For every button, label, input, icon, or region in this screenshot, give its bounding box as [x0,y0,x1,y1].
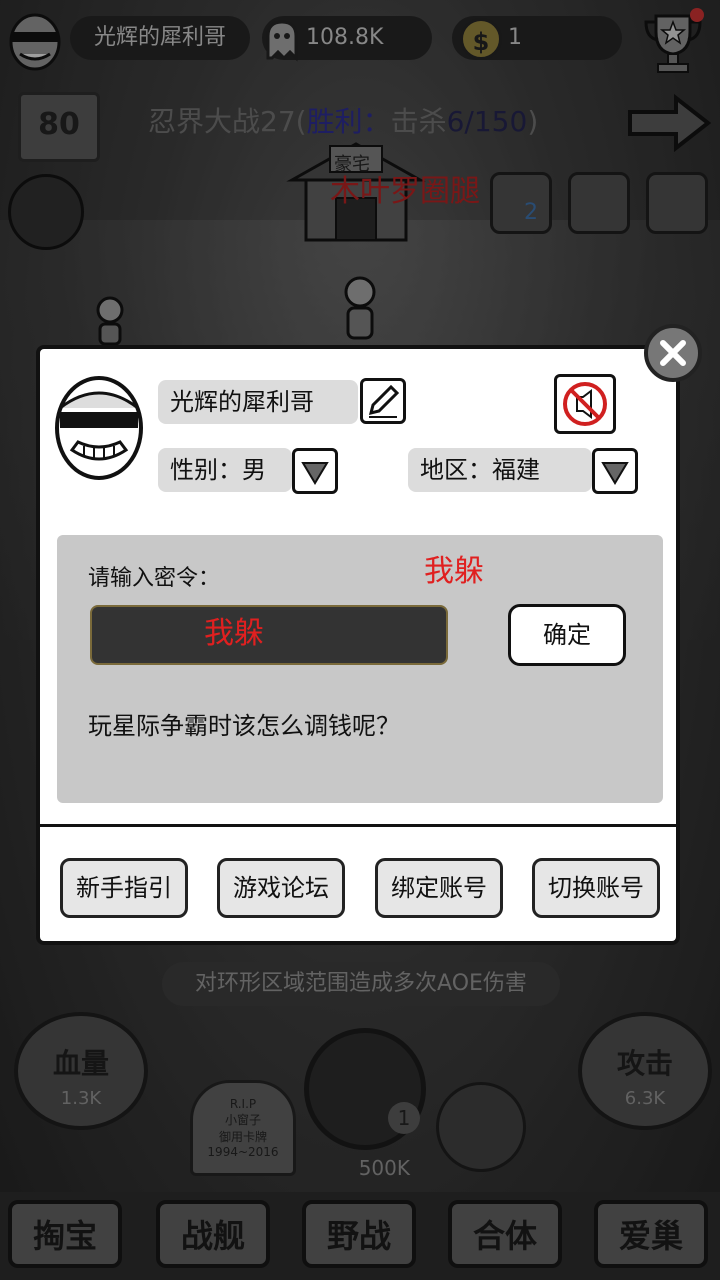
code-input-value: 我躲 [204,616,264,651]
red-overlay-text: 我躲 [424,554,484,589]
newbie-guide-button[interactable]: 新手指引 [60,858,188,918]
hint-text: 玩星际争霸时该怎么调钱呢？ [88,712,400,740]
code-prompt-label: 请输入密令： [88,566,221,591]
game-forum-button[interactable]: 游戏论坛 [217,858,345,918]
edit-pencil-icon[interactable] [360,378,406,424]
gender-field[interactable]: 性别：男 [158,448,292,492]
confirm-button[interactable]: 确定 [508,604,626,666]
close-icon [660,340,686,366]
close-button[interactable] [644,324,702,382]
bind-account-button[interactable]: 绑定账号 [375,858,503,918]
region-dropdown-icon[interactable] [592,448,638,494]
gender-dropdown-icon[interactable] [292,448,338,494]
profile-avatar-icon[interactable] [50,372,148,482]
switch-account-button[interactable]: 切换账号 [532,858,660,918]
dialog-divider [40,824,680,827]
region-field[interactable]: 地区：福建 [408,448,592,492]
mute-sound-icon[interactable] [554,374,616,434]
name-field[interactable]: 光辉的犀利哥 [158,380,358,424]
code-input[interactable] [90,605,448,665]
